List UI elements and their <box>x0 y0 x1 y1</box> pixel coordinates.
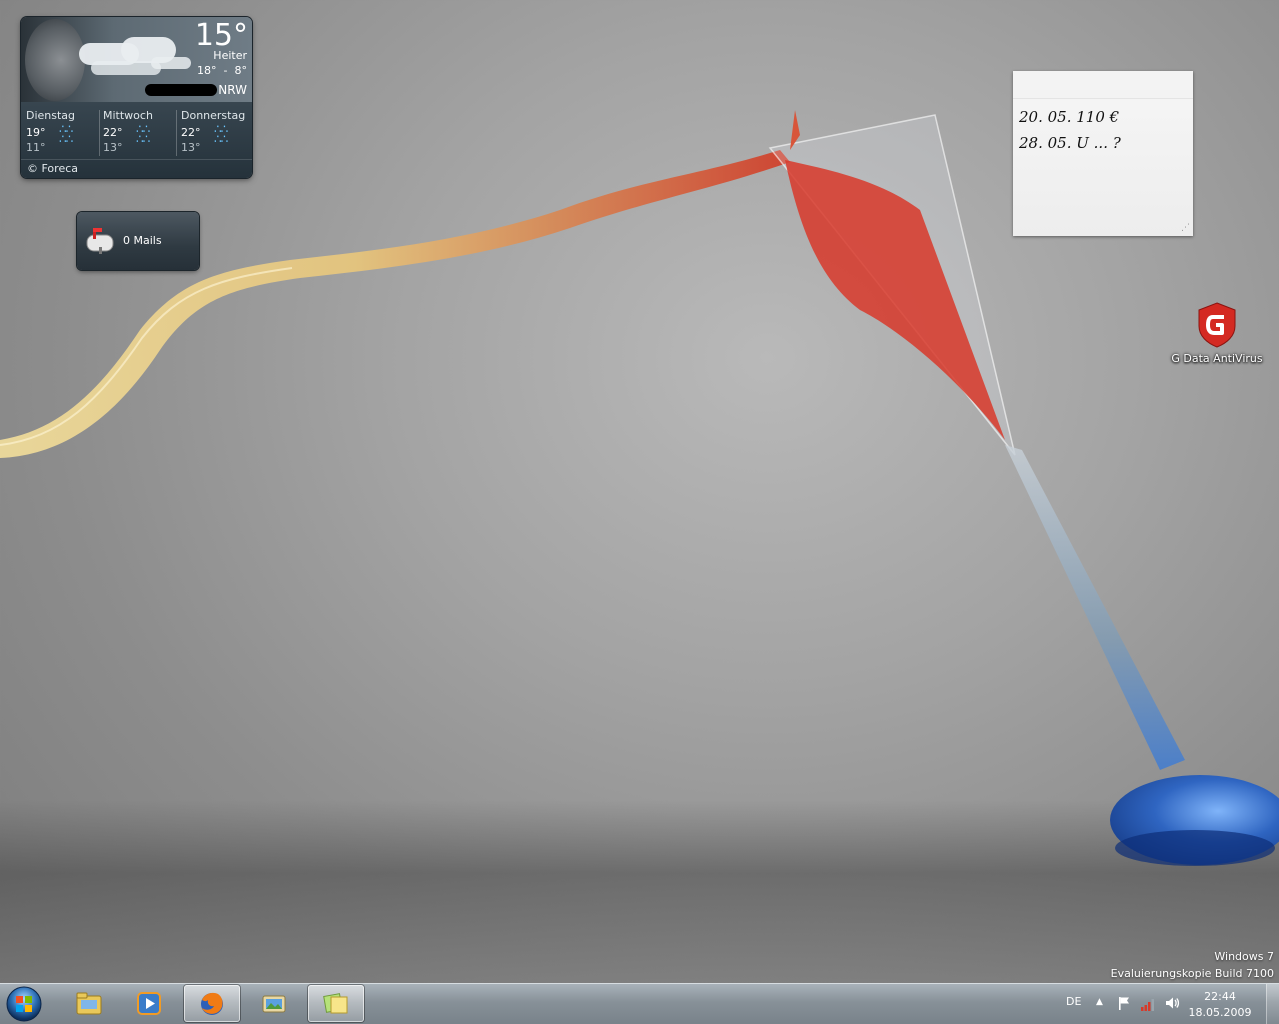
current-temperature: 15° <box>194 18 248 53</box>
forecast-low: 13° <box>181 141 201 154</box>
desktop-icon-gdata-antivirus[interactable]: G Data AntiVirus <box>1168 300 1266 372</box>
forecast-high: 22° <box>103 126 123 139</box>
notification-area: DE ▲ 22:44 18.05.2009 <box>1058 984 1279 1024</box>
sticky-notes-icon <box>323 993 348 1014</box>
forecast-low: 11° <box>26 141 46 154</box>
forecast-day-name: Donnerstag <box>181 109 246 122</box>
rain-icon: ∴∴ ∴∴ <box>214 122 228 146</box>
desktop-icon-label: G Data AntiVirus <box>1171 352 1263 365</box>
forecast-day: Donnerstag 22° 13° ∴∴ ∴∴ <box>176 109 252 157</box>
watermark-edition: Windows 7 <box>1214 950 1274 963</box>
mail-count: 0 Mails <box>123 234 162 247</box>
taskbar-media-player-button[interactable] <box>121 985 177 1022</box>
weather-region: NRW <box>218 83 247 97</box>
windows-watermark: Windows 7 Evaluierungskopie Build 7100 <box>1111 948 1274 982</box>
forecast-high: 22° <box>181 126 201 139</box>
resize-grip-icon[interactable]: ⋰ <box>1181 223 1190 233</box>
volume-icon[interactable] <box>1164 995 1180 1011</box>
network-icon[interactable] <box>1140 996 1156 1012</box>
show-hidden-icons-button[interactable]: ▲ <box>1096 997 1103 1007</box>
redacted-location <box>145 84 217 96</box>
show-desktop-button[interactable] <box>1266 984 1279 1024</box>
low-temperature: 8° <box>234 64 248 77</box>
rain-icon: ∴∴ ∴∴ <box>59 122 73 146</box>
start-button[interactable] <box>4 985 44 1023</box>
clock-date[interactable]: 18.05.2009 <box>1188 1006 1252 1019</box>
language-indicator[interactable]: DE <box>1066 995 1081 1008</box>
note-line[interactable]: 28. 05. U ... ? <box>1019 134 1121 152</box>
forecast-low: 13° <box>103 141 123 154</box>
sticky-note[interactable]: 20. 05. 110 € 28. 05. U ... ? ⋰ <box>1013 71 1193 236</box>
gdata-shield-icon <box>1198 302 1236 348</box>
weather-gadget[interactable]: 15° Heiter 18° - 8° NRW Dienstag 19° 11°… <box>21 17 252 178</box>
forecast-day-name: Dienstag <box>26 109 76 122</box>
taskbar-explorer-button[interactable] <box>61 985 117 1022</box>
slideshow-icon <box>262 995 286 1013</box>
forecast-day: Mittwoch 22° 13° ∴∴ ∴∴ <box>98 109 174 157</box>
forecast-day-name: Mittwoch <box>103 109 153 122</box>
rain-icon: ∴∴ ∴∴ <box>136 122 150 146</box>
clock-time[interactable]: 22:44 <box>1188 990 1252 1003</box>
desktop[interactable]: 15° Heiter 18° - 8° NRW Dienstag 19° 11°… <box>0 0 1279 983</box>
firefox-icon <box>201 992 223 1015</box>
forecast-high: 19° <box>26 126 46 139</box>
range-dash: - <box>223 64 228 77</box>
credit-divider <box>21 159 252 160</box>
taskbar-slideshow-button[interactable] <box>246 985 302 1022</box>
moon-icon <box>25 19 85 101</box>
taskbar-sticky-notes-button[interactable] <box>308 985 364 1022</box>
folder-icon <box>76 992 102 1015</box>
taskbar: DE ▲ 22:44 18.05.2009 <box>0 983 1279 1024</box>
forecast-day: Dienstag 19° 11° ∴∴ ∴∴ <box>21 109 97 157</box>
media-player-icon <box>137 992 161 1015</box>
temperature-range: 18° - 8° <box>197 64 247 77</box>
mail-gadget[interactable]: 0 Mails <box>77 212 199 270</box>
weather-credit-link[interactable]: © Foreca <box>27 162 78 175</box>
weather-condition: Heiter <box>213 49 247 62</box>
sticky-note-header[interactable] <box>1013 71 1193 99</box>
taskbar-firefox-button[interactable] <box>184 985 240 1022</box>
watermark-build: Evaluierungskopie Build 7100 <box>1110 967 1274 980</box>
mailbox-icon <box>86 228 114 254</box>
action-center-flag-icon[interactable] <box>1116 995 1132 1011</box>
note-line[interactable]: 20. 05. 110 € <box>1019 108 1119 126</box>
high-temperature: 18° <box>197 64 217 77</box>
